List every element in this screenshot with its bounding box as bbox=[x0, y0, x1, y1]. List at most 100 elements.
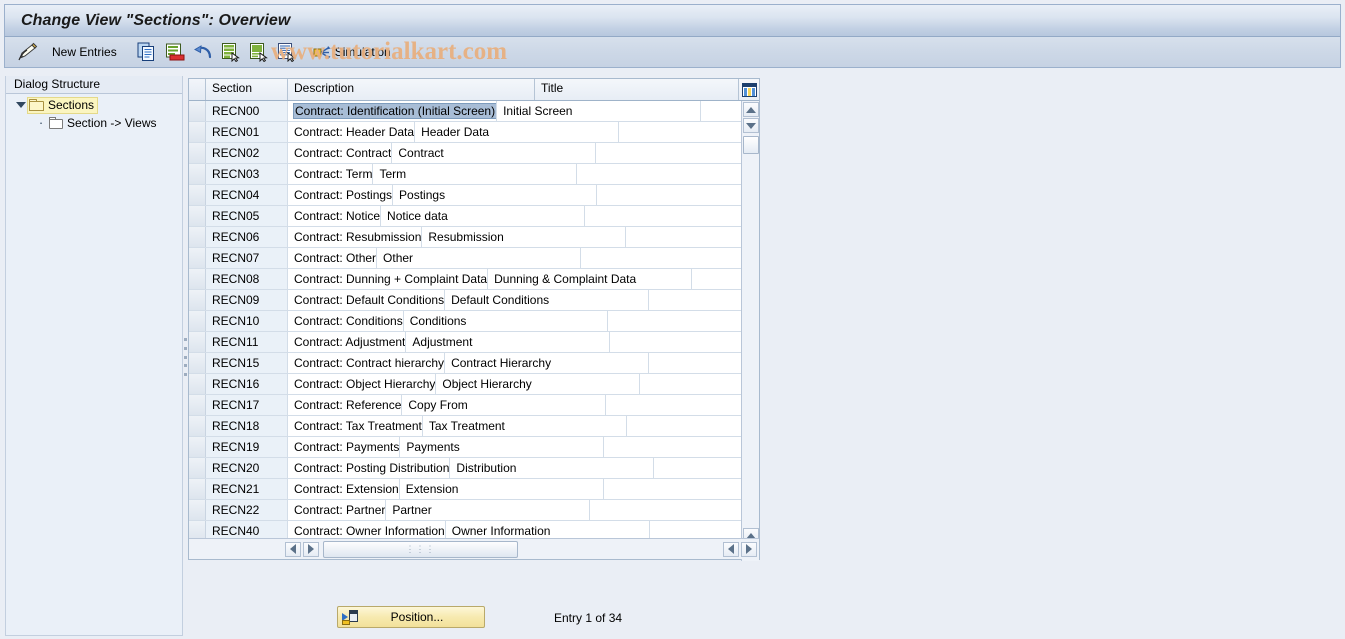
table-row[interactable]: RECN00 Contract: Identification (Initial … bbox=[189, 101, 741, 122]
cell-section[interactable]: RECN21 bbox=[206, 479, 288, 499]
row-selector-button[interactable] bbox=[189, 206, 206, 226]
cell-description[interactable]: Contract: Tax Treatment bbox=[288, 416, 423, 436]
table-vertical-scrollbar[interactable] bbox=[741, 101, 759, 561]
cell-section[interactable]: RECN10 bbox=[206, 311, 288, 331]
row-selector-button[interactable] bbox=[189, 227, 206, 247]
row-selector-button[interactable] bbox=[189, 521, 206, 539]
row-selector-button[interactable] bbox=[189, 101, 206, 121]
cell-section[interactable]: RECN02 bbox=[206, 143, 288, 163]
row-selector-button[interactable] bbox=[189, 290, 206, 310]
cell-description[interactable]: Contract: Default Conditions bbox=[288, 290, 446, 310]
cell-description[interactable]: Contract: Contract bbox=[288, 143, 393, 163]
cell-section[interactable]: RECN03 bbox=[206, 164, 288, 184]
cell-description[interactable]: Contract: Term bbox=[288, 164, 374, 184]
row-selector-button[interactable] bbox=[189, 395, 206, 415]
table-row[interactable]: RECN05 Contract: Notice Notice data bbox=[189, 206, 741, 227]
select-block-button[interactable] bbox=[273, 40, 301, 64]
column-header-description[interactable]: Description bbox=[288, 79, 535, 100]
table-settings-button[interactable] bbox=[739, 79, 759, 100]
cell-description[interactable]: Contract: Owner Information bbox=[288, 521, 446, 539]
cell-section[interactable]: RECN08 bbox=[206, 269, 288, 289]
row-selector-button[interactable] bbox=[189, 122, 206, 142]
copy-as-button[interactable] bbox=[133, 40, 161, 64]
cell-section[interactable]: RECN20 bbox=[206, 458, 288, 478]
table-row[interactable]: RECN19 Contract: Payments Payments bbox=[189, 437, 741, 458]
cell-section[interactable]: RECN19 bbox=[206, 437, 288, 457]
table-row[interactable]: RECN15 Contract: Contract hierarchy Contra… bbox=[189, 353, 741, 374]
cell-description[interactable]: Contract: Contract hierarchy bbox=[288, 353, 446, 373]
row-selector-button[interactable] bbox=[189, 185, 206, 205]
table-row[interactable]: RECN06 Contract: Resubmission Resubmission bbox=[189, 227, 741, 248]
cell-section[interactable]: RECN05 bbox=[206, 206, 288, 226]
position-button[interactable]: Position... bbox=[337, 606, 485, 628]
deselect-all-button[interactable] bbox=[245, 40, 273, 64]
hscroll-far-right-button[interactable] bbox=[741, 541, 757, 557]
row-selector-button[interactable] bbox=[189, 416, 206, 436]
table-row[interactable]: RECN08 Contract: Dunning + Complaint Data… bbox=[189, 269, 741, 290]
table-row[interactable]: RECN03 Contract: Term Term bbox=[189, 164, 741, 185]
cell-section[interactable]: RECN16 bbox=[206, 374, 288, 394]
cell-title[interactable]: Initial Screen bbox=[497, 101, 702, 121]
row-selector-button[interactable] bbox=[189, 269, 206, 289]
hscroll-track[interactable]: ⋮⋮⋮ bbox=[323, 540, 721, 558]
cell-title[interactable]: Owner Information bbox=[445, 521, 650, 539]
cell-title[interactable]: Extension bbox=[399, 479, 604, 499]
row-selector-button[interactable] bbox=[189, 164, 206, 184]
row-selector-button[interactable] bbox=[189, 374, 206, 394]
table-row[interactable]: RECN07 Contract: Other Other bbox=[189, 248, 741, 269]
hscroll-left-button[interactable] bbox=[285, 541, 301, 557]
cell-section[interactable]: RECN40 bbox=[206, 521, 288, 539]
cell-title[interactable]: Payments bbox=[400, 437, 605, 457]
row-selector-button[interactable] bbox=[189, 458, 206, 478]
cell-title[interactable]: Header Data bbox=[415, 122, 620, 142]
table-row[interactable]: RECN16 Contract: Object Hierarchy Object H… bbox=[189, 374, 741, 395]
cell-section[interactable]: RECN07 bbox=[206, 248, 288, 268]
table-row[interactable]: RECN21 Contract: Extension Extension bbox=[189, 479, 741, 500]
cell-section[interactable]: RECN15 bbox=[206, 353, 288, 373]
undo-change-button[interactable] bbox=[189, 40, 217, 64]
table-row[interactable]: RECN02 Contract: Contract Contract bbox=[189, 143, 741, 164]
table-horizontal-scrollbar[interactable]: ⋮⋮⋮ bbox=[189, 538, 759, 559]
cell-title[interactable]: Contract Hierarchy bbox=[445, 353, 650, 373]
cell-title[interactable]: Term bbox=[373, 164, 578, 184]
cell-section[interactable]: RECN17 bbox=[206, 395, 288, 415]
column-header-title[interactable]: Title bbox=[535, 79, 739, 100]
cell-section[interactable]: RECN06 bbox=[206, 227, 288, 247]
sidebar-item-sections[interactable]: Sections bbox=[6, 96, 182, 114]
chevron-down-icon[interactable] bbox=[14, 98, 28, 112]
vertical-scroll-thumb[interactable] bbox=[742, 136, 759, 154]
cell-description[interactable]: Contract: Identification (Initial Screen… bbox=[288, 101, 498, 121]
cell-description[interactable]: Contract: Postings bbox=[288, 185, 394, 205]
cell-section[interactable]: RECN01 bbox=[206, 122, 288, 142]
table-row[interactable]: RECN18 Contract: Tax Treatment Tax Treatme… bbox=[189, 416, 741, 437]
splitter-grip[interactable] bbox=[184, 338, 187, 376]
cell-title[interactable]: Object Hierarchy bbox=[436, 374, 641, 394]
simulation-button[interactable]: Simulation bbox=[308, 40, 400, 64]
row-selector-button[interactable] bbox=[189, 143, 206, 163]
cell-section[interactable]: RECN11 bbox=[206, 332, 288, 352]
cell-section[interactable]: RECN04 bbox=[206, 185, 288, 205]
cell-title[interactable]: Conditions bbox=[403, 311, 608, 331]
cell-description[interactable]: Contract: Conditions bbox=[288, 311, 404, 331]
row-selector-button[interactable] bbox=[189, 353, 206, 373]
cell-description[interactable]: Contract: Other bbox=[288, 248, 378, 268]
cell-description[interactable]: Contract: Notice bbox=[288, 206, 382, 226]
cell-title[interactable]: Distribution bbox=[450, 458, 655, 478]
cell-title[interactable]: Adjustment bbox=[406, 332, 611, 352]
table-row[interactable]: RECN17 Contract: Reference Copy From bbox=[189, 395, 741, 416]
scroll-down-button[interactable] bbox=[742, 118, 759, 133]
hscroll-far-left-button[interactable] bbox=[723, 541, 739, 557]
cell-title[interactable]: Other bbox=[377, 248, 582, 268]
row-selector-button[interactable] bbox=[189, 437, 206, 457]
cell-description[interactable]: Contract: Header Data bbox=[288, 122, 416, 142]
horizontal-scroll-thumb[interactable]: ⋮⋮⋮ bbox=[323, 540, 518, 558]
cell-description[interactable]: Contract: Dunning + Complaint Data bbox=[288, 269, 489, 289]
cell-title[interactable]: Dunning & Complaint Data bbox=[488, 269, 693, 289]
cell-title[interactable]: Resubmission bbox=[422, 227, 627, 247]
table-row[interactable]: RECN40 Contract: Owner Information Owner I… bbox=[189, 521, 741, 539]
column-header-section[interactable]: Section bbox=[206, 79, 288, 100]
cell-description[interactable]: Contract: Resubmission bbox=[288, 227, 423, 247]
table-row[interactable]: RECN11 Contract: Adjustment Adjustment bbox=[189, 332, 741, 353]
cell-description[interactable]: Contract: Posting Distribution bbox=[288, 458, 451, 478]
hscroll-right-button[interactable] bbox=[303, 541, 319, 557]
